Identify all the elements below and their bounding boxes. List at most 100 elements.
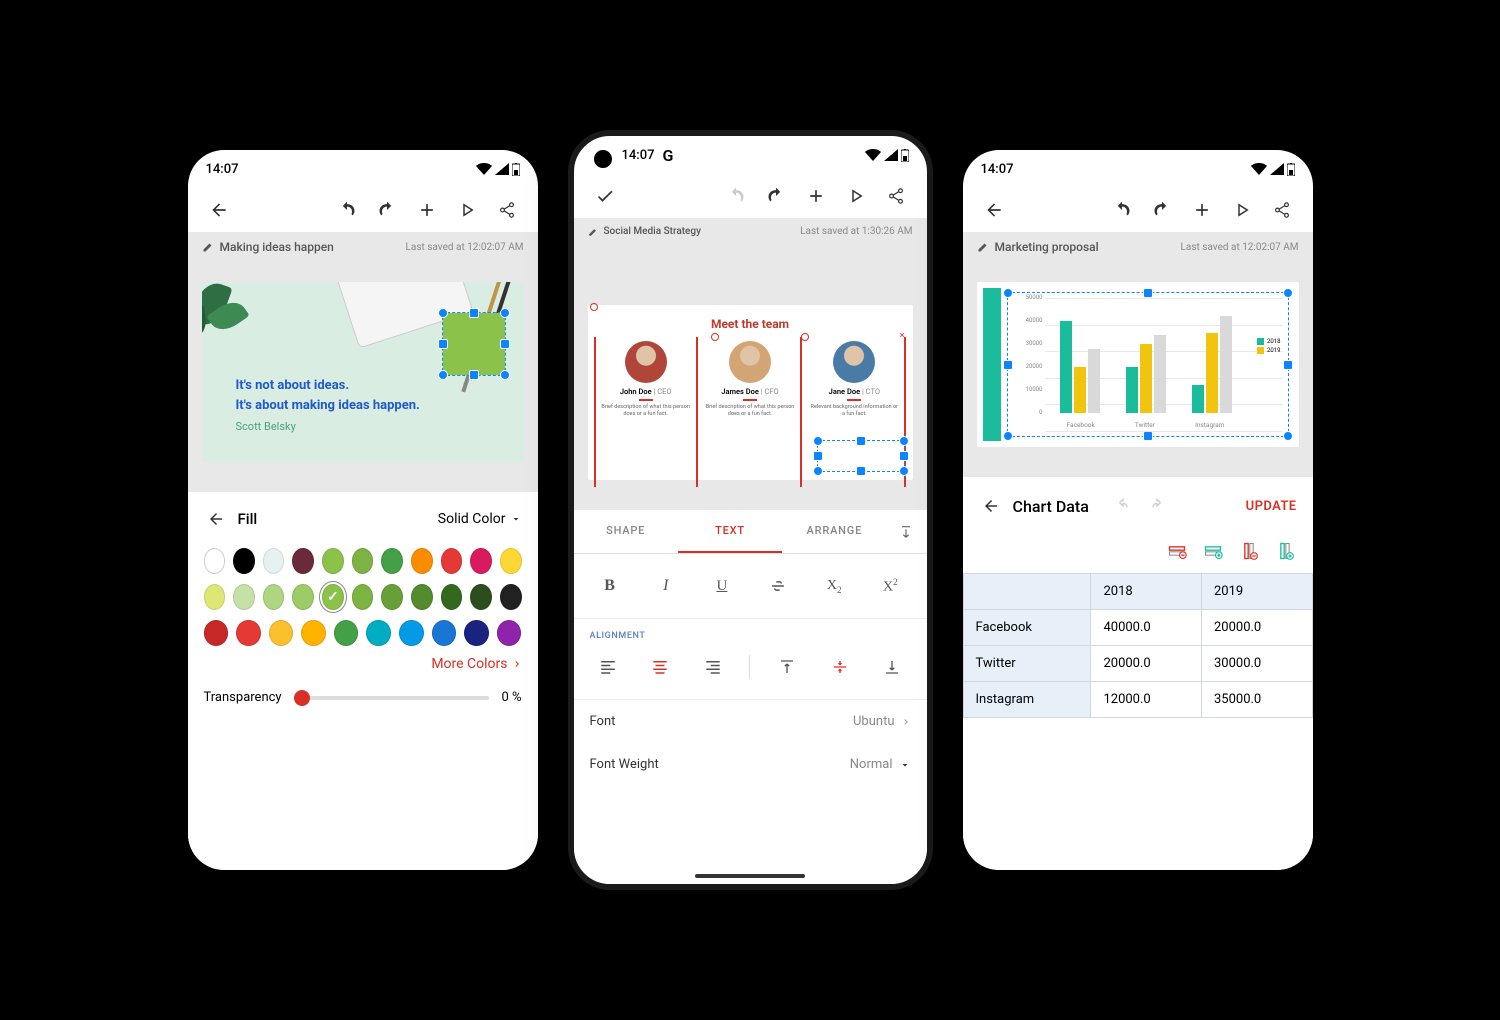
align-right-button[interactable] — [697, 651, 729, 683]
tab-arrange[interactable]: ARRANGE — [782, 510, 886, 553]
underline-button[interactable]: U — [704, 570, 740, 602]
color-swatch[interactable] — [500, 584, 522, 610]
table-row-header[interactable]: Twitter — [963, 646, 1091, 682]
document-title[interactable]: Making ideas happen — [220, 240, 334, 254]
color-swatch[interactable] — [441, 584, 463, 610]
color-swatch[interactable] — [352, 548, 374, 574]
team-member[interactable]: Jane Doe | CTO Relevant background infor… — [806, 341, 902, 418]
play-button[interactable] — [1225, 193, 1259, 227]
slide[interactable]: Meet the team × John Doe | CEO Brief des… — [588, 305, 913, 480]
slide[interactable]: 01000020000300004000050000 FacebookTwitt… — [977, 282, 1299, 447]
table-cell[interactable]: 40000.0 — [1091, 610, 1202, 646]
delete-column-button[interactable] — [1237, 539, 1261, 563]
color-swatch[interactable] — [292, 584, 314, 610]
color-swatch[interactable] — [381, 548, 403, 574]
align-left-button[interactable] — [592, 651, 624, 683]
selected-text-box[interactable] — [817, 440, 905, 472]
document-title[interactable]: Social Media Strategy — [604, 226, 701, 237]
font-weight-row[interactable]: Font Weight Normal — [574, 743, 927, 786]
add-button[interactable] — [410, 193, 444, 227]
document-title[interactable]: Marketing proposal — [995, 240, 1099, 254]
valign-bottom-button[interactable] — [876, 651, 908, 683]
color-swatch[interactable] — [263, 584, 285, 610]
delete-row-button[interactable] — [1165, 539, 1189, 563]
redo-button[interactable] — [759, 179, 793, 213]
color-swatch[interactable] — [204, 584, 226, 610]
color-swatch[interactable] — [301, 620, 326, 646]
panel-back-button[interactable] — [979, 489, 1003, 523]
share-button[interactable] — [1265, 193, 1299, 227]
table-corner-cell[interactable] — [963, 574, 1091, 610]
chart-data-table[interactable]: 20182019 Facebook40000.020000.0 Twitter2… — [963, 573, 1313, 718]
color-swatch[interactable] — [399, 620, 424, 646]
color-swatch[interactable] — [500, 548, 522, 574]
color-swatch[interactable] — [411, 548, 433, 574]
table-row-header[interactable]: Instagram — [963, 682, 1091, 718]
collapse-panel-button[interactable] — [886, 510, 926, 553]
slide-title[interactable]: Meet the team — [598, 317, 903, 331]
update-button[interactable]: UPDATE — [1246, 499, 1297, 514]
panel-back-button[interactable] — [204, 502, 228, 536]
valign-top-button[interactable] — [771, 651, 803, 683]
redo-button[interactable] — [370, 193, 404, 227]
color-swatch[interactable] — [432, 620, 457, 646]
slide[interactable]: It's not about ideas. It's about making … — [202, 282, 524, 462]
table-cell[interactable]: 35000.0 — [1201, 682, 1312, 718]
undo-data-button[interactable] — [1111, 489, 1135, 523]
color-swatch[interactable] — [204, 620, 229, 646]
color-swatch[interactable] — [334, 620, 359, 646]
table-cell[interactable]: 12000.0 — [1091, 682, 1202, 718]
more-colors-link[interactable]: More Colors — [204, 656, 522, 672]
table-cell[interactable]: 20000.0 — [1201, 610, 1312, 646]
undo-button[interactable] — [1105, 193, 1139, 227]
color-swatch[interactable] — [236, 620, 261, 646]
color-swatch[interactable]: ✓ — [322, 584, 344, 610]
chart[interactable]: 01000020000300004000050000 FacebookTwitt… — [1003, 288, 1293, 441]
italic-button[interactable]: I — [648, 570, 684, 602]
color-swatch[interactable] — [381, 584, 403, 610]
tab-shape[interactable]: SHAPE — [574, 510, 678, 553]
add-button[interactable] — [799, 179, 833, 213]
color-swatch[interactable] — [292, 548, 314, 574]
play-button[interactable] — [839, 179, 873, 213]
table-row-header[interactable]: Facebook — [963, 610, 1091, 646]
add-row-button[interactable] — [1201, 539, 1225, 563]
done-button[interactable] — [588, 179, 622, 213]
transparency-slider[interactable] — [294, 696, 490, 700]
fill-mode-selector[interactable]: Solid Color — [438, 511, 522, 527]
color-swatch[interactable] — [441, 548, 463, 574]
table-col-header[interactable]: 2019 — [1201, 574, 1312, 610]
font-row[interactable]: Font Ubuntu — [574, 700, 927, 743]
color-swatch[interactable] — [464, 620, 489, 646]
undo-button[interactable] — [330, 193, 364, 227]
color-swatch[interactable] — [263, 548, 285, 574]
tab-text[interactable]: TEXT — [678, 510, 782, 553]
color-swatch[interactable] — [470, 548, 492, 574]
quote-text[interactable]: It's not about ideas. It's about making … — [236, 376, 420, 415]
team-member[interactable]: John Doe | CEO Brief description of what… — [598, 341, 694, 418]
color-swatch[interactable] — [269, 620, 294, 646]
table-cell[interactable]: 30000.0 — [1201, 646, 1312, 682]
subscript-button[interactable]: X2 — [816, 570, 852, 602]
color-swatch[interactable] — [470, 584, 492, 610]
superscript-button[interactable]: X2 — [872, 570, 908, 602]
color-swatch[interactable] — [366, 620, 391, 646]
share-button[interactable] — [490, 193, 524, 227]
color-swatch[interactable] — [233, 548, 255, 574]
team-member[interactable]: James Doe | CFO Brief description of wha… — [702, 341, 798, 418]
quote-author[interactable]: Scott Belsky — [236, 420, 296, 433]
play-button[interactable] — [450, 193, 484, 227]
back-button[interactable] — [202, 193, 236, 227]
selected-shape[interactable] — [442, 312, 506, 376]
canvas-area[interactable]: It's not about ideas. It's about making … — [188, 262, 538, 492]
color-swatch[interactable] — [204, 548, 226, 574]
redo-data-button[interactable] — [1145, 489, 1169, 523]
color-swatch[interactable] — [352, 584, 374, 610]
align-center-button[interactable] — [644, 651, 676, 683]
undo-button[interactable] — [719, 179, 753, 213]
color-swatch[interactable] — [411, 584, 433, 610]
canvas-area[interactable]: 01000020000300004000050000 FacebookTwitt… — [963, 262, 1313, 477]
back-button[interactable] — [977, 193, 1011, 227]
color-swatch[interactable] — [322, 548, 344, 574]
add-column-button[interactable] — [1273, 539, 1297, 563]
